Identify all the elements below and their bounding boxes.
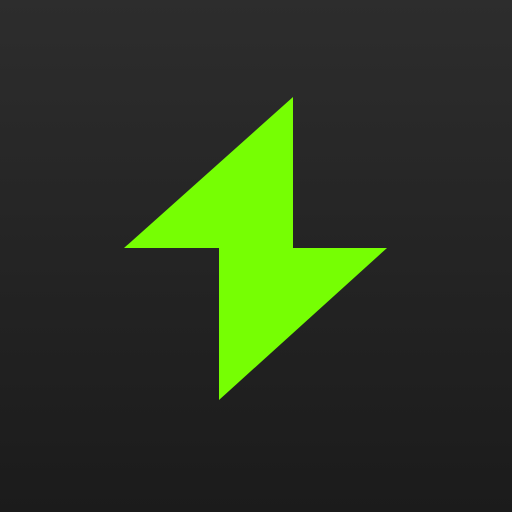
app-icon [0,0,512,512]
lightning-bolt-icon [124,97,387,400]
lightning-bolt-shape [124,97,387,400]
